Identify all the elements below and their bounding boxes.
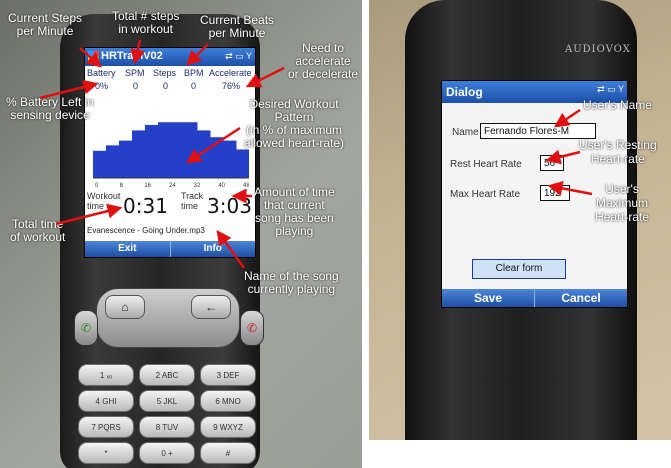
- arrow-maximum: [547, 180, 593, 196]
- arrow-resting: [545, 149, 581, 165]
- arrow-total: [55, 203, 123, 226]
- arrow-battery: [39, 79, 99, 100]
- arrow-song: [216, 229, 246, 269]
- arrow-beats: [186, 43, 209, 66]
- arrow-spm: [79, 47, 102, 68]
- arrow-username: [553, 108, 581, 128]
- annotation-arrows: [39, 39, 593, 269]
- arrow-pattern: [185, 126, 241, 164]
- arrow-accelerate: [245, 66, 285, 88]
- arrow-steps: [130, 39, 146, 65]
